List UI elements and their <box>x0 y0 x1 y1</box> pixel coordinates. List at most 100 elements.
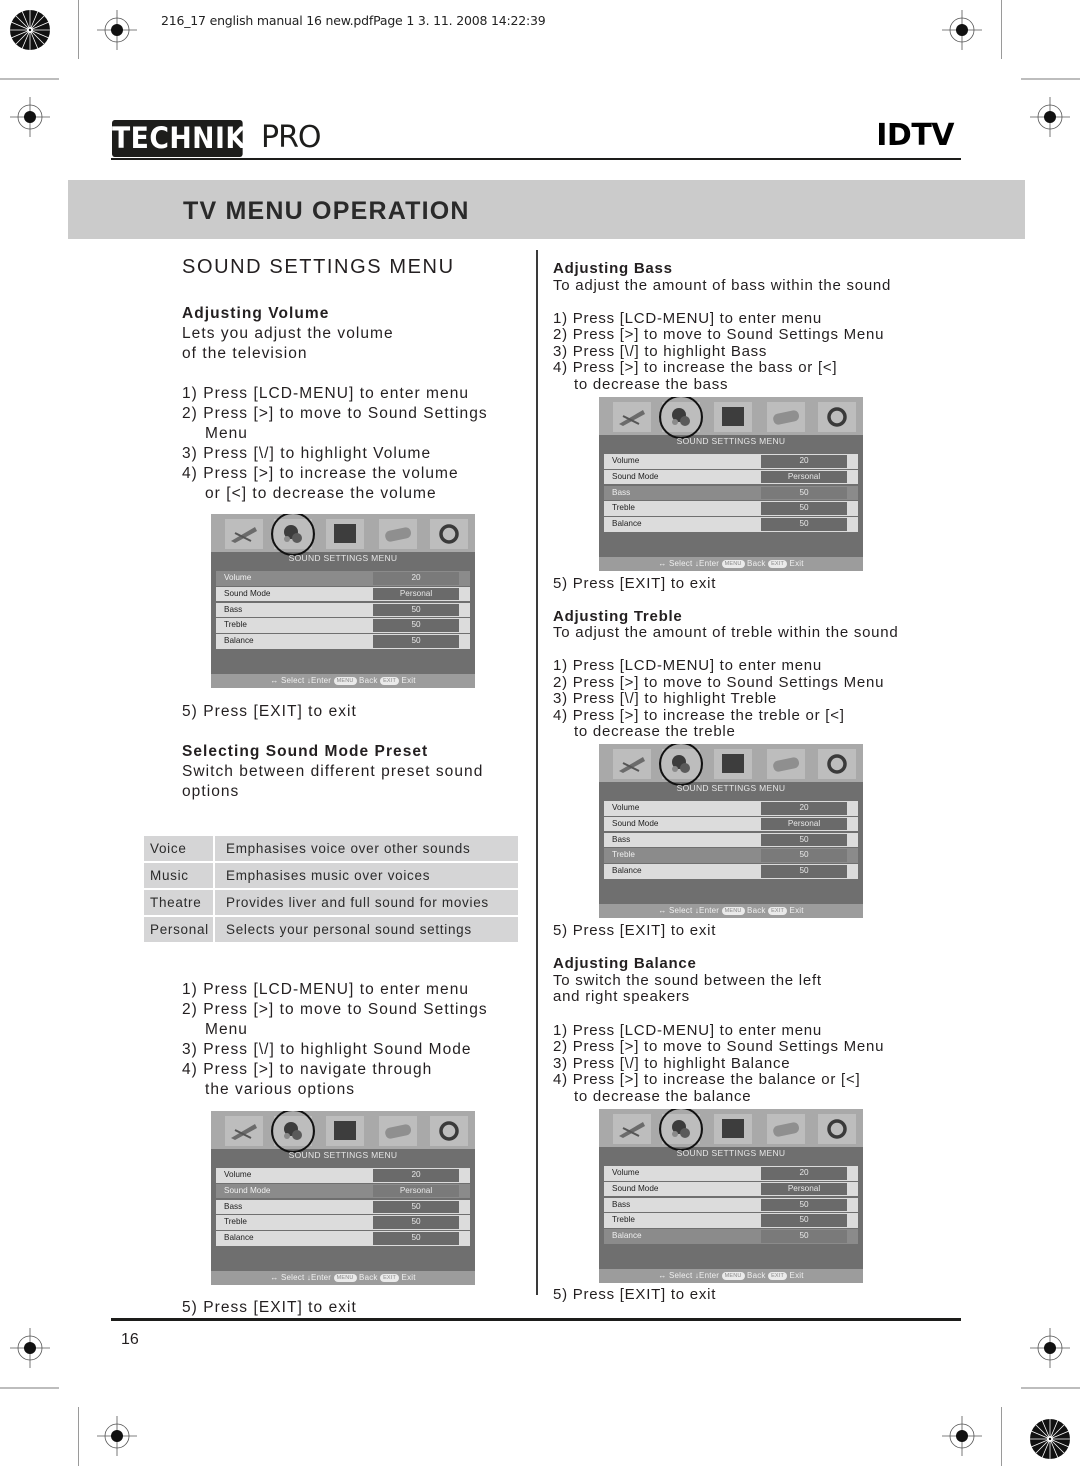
sound-mode-step: 2) Press [>] to move to Sound Settings <box>182 1001 488 1018</box>
treble-exit-step: 5) Press [EXIT] to exit <box>553 922 717 939</box>
osd-sound-menu-balance: SOUND SETTINGS MENU Volume 20 Sound Mode Per… <box>599 1109 863 1283</box>
treble-step: 3) Press [\/] to highlight Treble <box>553 690 778 707</box>
menu-key-badge: MENU <box>333 1274 357 1282</box>
volume-step: or [<] to decrease the volume <box>205 485 437 502</box>
screen-icon <box>714 1114 752 1144</box>
osd-footer-hints: ↔ Select ↓Enter MENU Back EXIT Exit <box>599 557 863 571</box>
hint-select: Select <box>280 1273 305 1282</box>
osd-row-label: Treble <box>224 1217 247 1227</box>
osd-icon-bar <box>211 1111 475 1153</box>
osd-row-balance: Balance 50 <box>216 1231 470 1246</box>
features-icon <box>379 1116 417 1146</box>
hint-back: Back <box>747 906 766 915</box>
registration-mark <box>10 1328 50 1368</box>
osd-row-label: Volume <box>224 1170 252 1179</box>
osd-footer-hints: ↔ Select ↓Enter MENU Back EXIT Exit <box>211 674 475 688</box>
osd-row-volume: Volume 20 <box>604 1166 858 1181</box>
setup-icon <box>818 1114 856 1144</box>
hint-enter: Enter <box>699 1271 720 1280</box>
menu-key-badge: MENU <box>333 677 357 685</box>
osd-row-label: Bass <box>612 487 631 497</box>
osd-row-label: Bass <box>612 834 631 844</box>
osd-row-treble: Treble 50 <box>604 848 858 863</box>
osd-row-balance: Balance 50 <box>604 517 858 532</box>
osd-row-value: 50 <box>373 1232 459 1245</box>
selected-icon-ring <box>659 744 703 786</box>
crop-mark <box>78 0 79 59</box>
screen-icon <box>326 519 364 549</box>
osd-title: SOUND SETTINGS MENU <box>288 1150 398 1160</box>
preset-row: Music Emphasises music over voices <box>144 863 518 890</box>
page-number: 16 <box>121 1331 139 1348</box>
volume-heading: Adjusting Volume <box>182 305 330 322</box>
selected-icon-ring <box>271 1111 315 1153</box>
osd-sound-menu-bass: SOUND SETTINGS MENU Volume 20 Sound Mode Per… <box>599 397 863 571</box>
sound-mode-step: the various options <box>205 1081 356 1098</box>
print-starburst-mark <box>1030 1419 1070 1459</box>
volume-step: 1) Press [LCD-MENU] to enter menu <box>182 385 470 402</box>
osd-sound-menu-sound-mode: SOUND SETTINGS MENU Volume 20 Sound Mode Per… <box>211 1111 475 1285</box>
preset-description: Emphasises music over voices <box>215 863 518 890</box>
registration-mark <box>942 10 982 50</box>
volume-step: 3) Press [\/] to highlight Volume <box>182 445 432 462</box>
osd-row-sound-mode: Sound Mode Personal <box>216 586 470 602</box>
osd-row-balance: Balance 50 <box>216 634 470 649</box>
bass-step: 4) Press [>] to increase the bass or [<] <box>553 359 838 376</box>
picture-icon <box>613 402 651 432</box>
menu-key-badge: MENU <box>721 907 745 915</box>
osd-icon-bar <box>599 1109 863 1151</box>
osd-row-bass: Bass 50 <box>604 485 858 501</box>
selected-icon-ring <box>271 514 315 556</box>
screen-icon <box>714 402 752 432</box>
column-divider <box>536 250 538 1295</box>
osd-row-label: Bass <box>224 1201 243 1211</box>
preset-name: Personal <box>144 917 213 944</box>
osd-row-balance: Balance 50 <box>604 864 858 879</box>
osd-row-value: 20 <box>761 1167 847 1180</box>
volume-step: Menu <box>205 425 248 442</box>
balance-exit-step: 5) Press [EXIT] to exit <box>553 1286 717 1303</box>
osd-row-treble: Treble 50 <box>216 618 470 633</box>
osd-row-label: Balance <box>612 866 642 876</box>
osd-row-label: Sound Mode <box>612 818 659 828</box>
osd-row-label: Balance <box>612 519 642 529</box>
osd-row-value: 50 <box>373 603 459 617</box>
osd-title: SOUND SETTINGS MENU <box>676 436 786 446</box>
product-label: IDTV <box>876 118 954 153</box>
balance-heading: Adjusting Balance <box>553 955 697 972</box>
volume-step: 4) Press [>] to increase the volume <box>182 465 459 482</box>
volume-exit-step: 5) Press [EXIT] to exit <box>182 703 357 720</box>
osd-row-value: 50 <box>373 1216 459 1229</box>
preset-row: Theatre Provides liver and full sound fo… <box>144 890 518 917</box>
osd-row-value: Personal <box>761 817 847 831</box>
osd-row-sound-mode: Sound Mode Personal <box>604 816 858 832</box>
bass-step: 2) Press [>] to move to Sound Settings M… <box>553 326 885 343</box>
treble-desc: To adjust the amount of treble within th… <box>553 624 899 641</box>
osd-row-volume: Volume 20 <box>216 571 470 586</box>
treble-step: to decrease the treble <box>574 723 736 740</box>
osd-row-label: Sound Mode <box>612 1183 659 1193</box>
preset-name: Theatre <box>144 890 213 917</box>
osd-row-label: Treble <box>612 503 635 513</box>
osd-row-label: Balance <box>224 1233 254 1243</box>
bass-desc: To adjust the amount of bass within the … <box>553 277 892 294</box>
left-right-arrows-icon: ↔ <box>270 676 279 685</box>
hint-back: Back <box>747 1271 766 1280</box>
exit-key-badge: EXIT <box>768 1272 788 1280</box>
osd-row-treble: Treble 50 <box>604 501 858 516</box>
osd-row-label: Treble <box>612 1215 635 1225</box>
exit-key-badge: EXIT <box>768 560 788 568</box>
osd-row-value: 50 <box>761 518 847 531</box>
osd-settings-list: Volume 20 Sound Mode Personal Bass 50 Treble 50… <box>216 1168 470 1247</box>
osd-row-label: Sound Mode <box>224 1185 271 1195</box>
osd-row-label: Sound Mode <box>224 588 271 598</box>
crop-mark <box>0 78 59 80</box>
osd-row-sound-mode: Sound Mode Personal <box>604 469 858 485</box>
osd-row-value: 50 <box>373 1200 459 1214</box>
sound-mode-step: 4) Press [>] to navigate through <box>182 1061 433 1078</box>
hint-exit: Exit <box>789 906 804 915</box>
left-right-arrows-icon: ↔ <box>658 1271 667 1280</box>
osd-row-volume: Volume 20 <box>216 1168 470 1183</box>
osd-row-value: 50 <box>761 849 847 862</box>
osd-row-label: Sound Mode <box>612 471 659 481</box>
